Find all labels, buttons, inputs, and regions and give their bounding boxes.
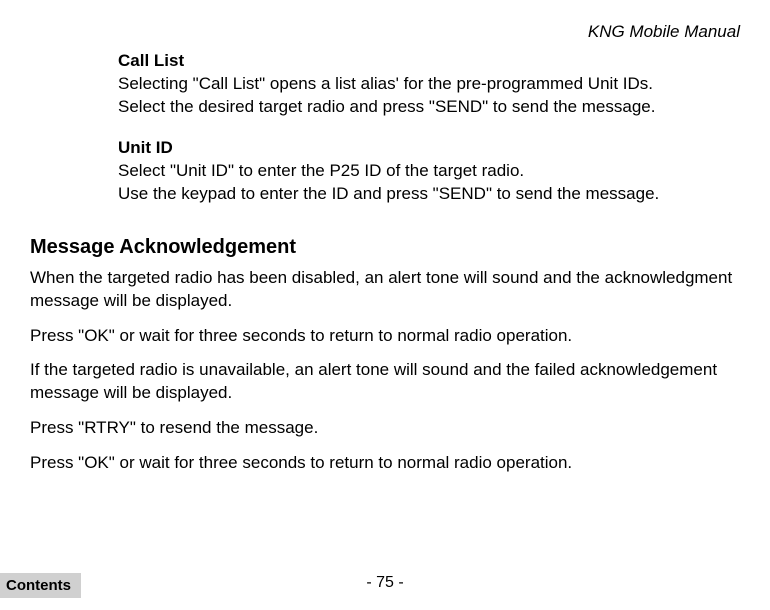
message-ack-p2: Press "OK" or wait for three seconds to … [30, 325, 740, 348]
unit-id-text-1: Select "Unit ID" to enter the P25 ID of … [118, 160, 740, 183]
manual-title: KNG Mobile Manual [588, 22, 740, 42]
page-content: Call List Selecting "Call List" opens a … [30, 50, 740, 487]
message-ack-p1: When the targeted radio has been disable… [30, 267, 740, 313]
message-ack-p3: If the targeted radio is unavailable, an… [30, 359, 740, 405]
contents-link[interactable]: Contents [0, 573, 81, 598]
call-list-section: Call List Selecting "Call List" opens a … [118, 50, 740, 119]
message-ack-p4: Press "RTRY" to resend the message. [30, 417, 740, 440]
message-ack-heading: Message Acknowledgement [30, 236, 740, 259]
page-number: - 75 - [0, 574, 770, 592]
message-ack-p5: Press "OK" or wait for three seconds to … [30, 452, 740, 475]
unit-id-text-2: Use the keypad to enter the ID and press… [118, 183, 740, 206]
call-list-heading: Call List [118, 50, 740, 73]
call-list-text-1: Selecting "Call List" opens a list alias… [118, 73, 740, 96]
unit-id-heading: Unit ID [118, 137, 740, 160]
unit-id-section: Unit ID Select "Unit ID" to enter the P2… [118, 137, 740, 206]
call-list-text-2: Select the desired target radio and pres… [118, 96, 740, 119]
